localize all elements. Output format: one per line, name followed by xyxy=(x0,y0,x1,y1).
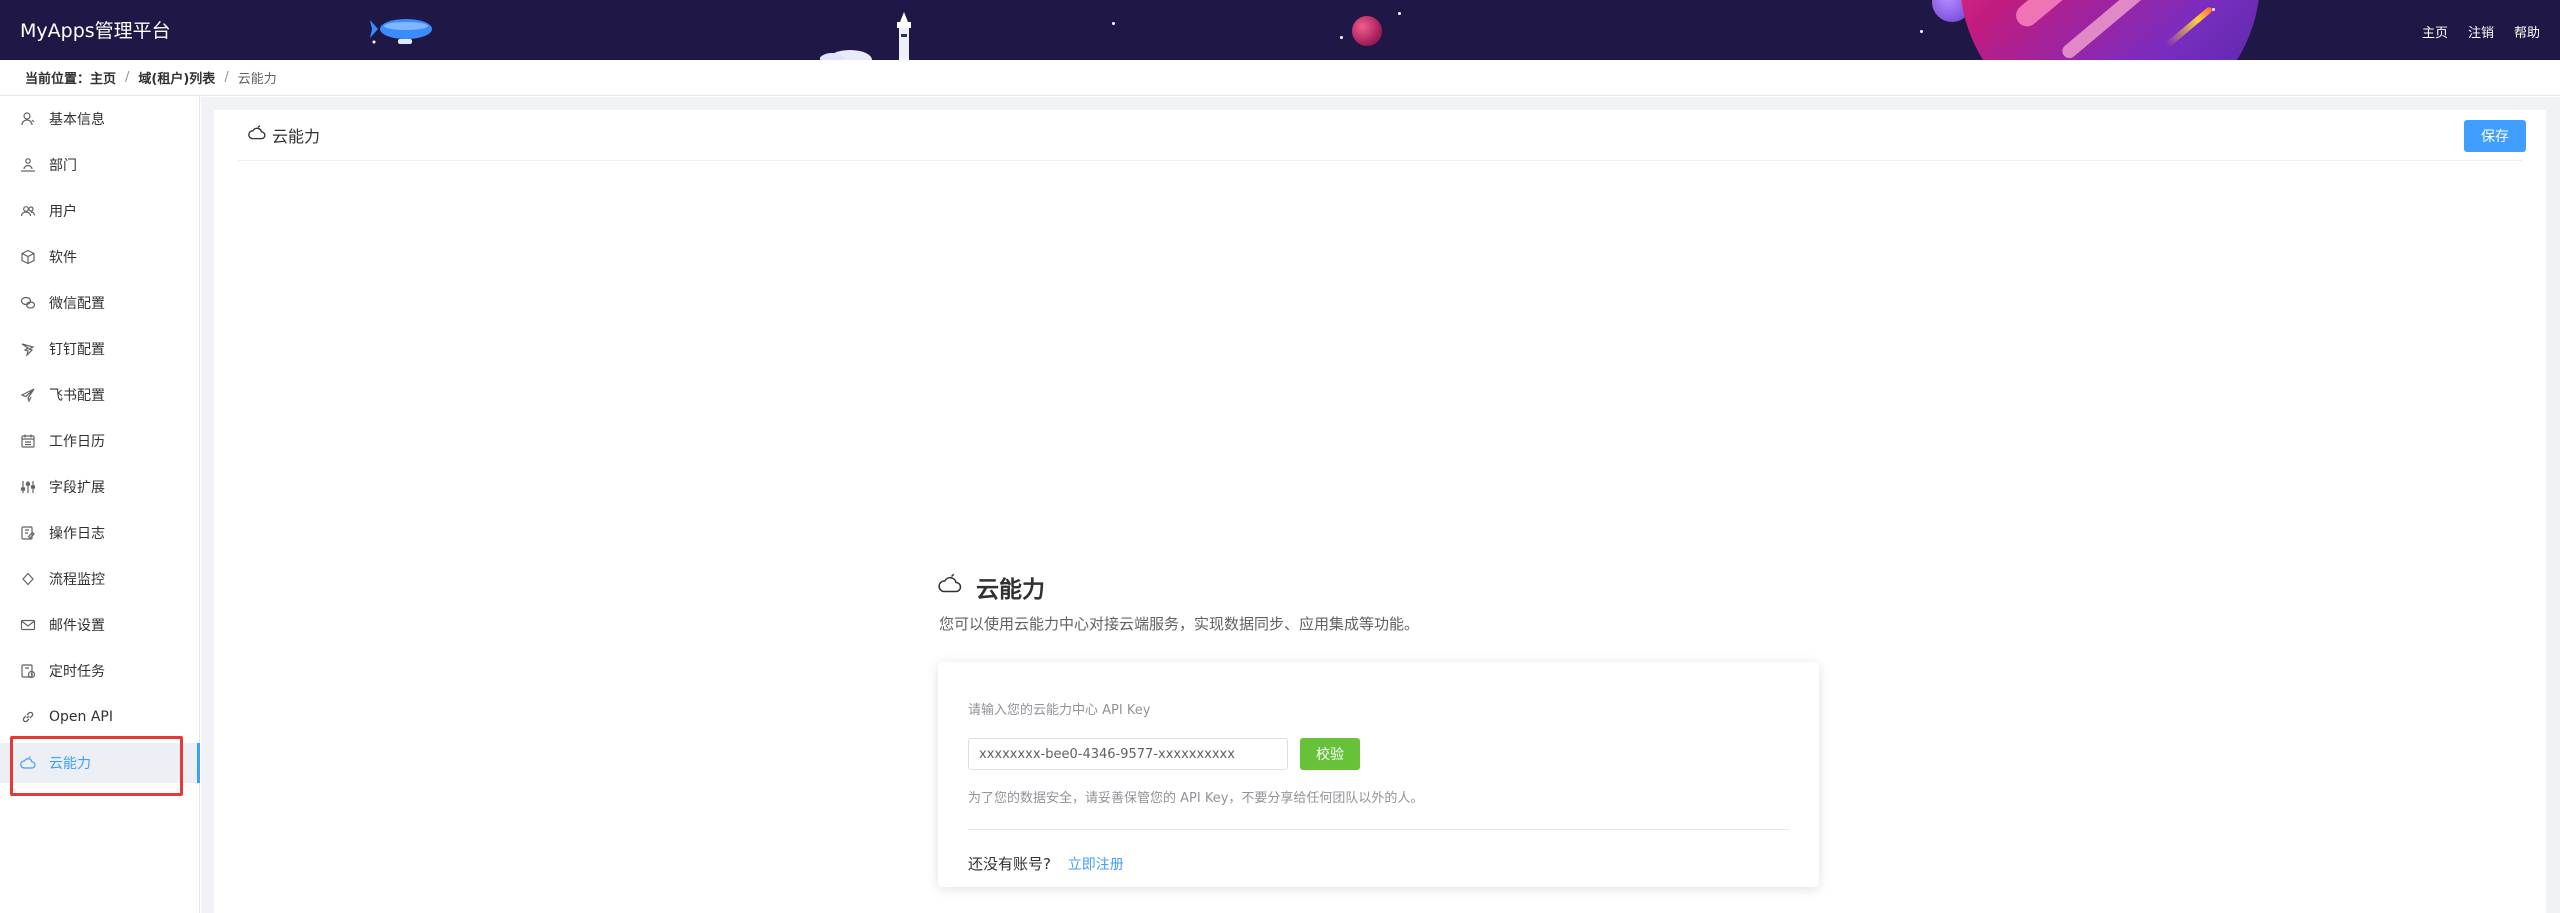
nav-help-link[interactable]: 帮助 xyxy=(2514,22,2540,41)
org-chart-icon xyxy=(18,155,38,175)
card-title-text: 云能力 xyxy=(272,127,321,146)
sliders-icon xyxy=(18,477,38,497)
user-icon xyxy=(18,109,38,129)
breadcrumb: 当前位置： 主页 / 域(租户)列表 / 云能力 xyxy=(0,60,2560,96)
link-icon xyxy=(18,707,38,727)
breadcrumb-separator: / xyxy=(125,70,130,85)
diamond-icon xyxy=(18,569,38,589)
edit-log-icon xyxy=(18,523,38,543)
star xyxy=(1398,12,1401,15)
sidebar-item-dingtalk[interactable]: 钉钉配置 xyxy=(0,329,200,369)
sidebar-item-label: 部门 xyxy=(49,158,77,174)
breadcrumb-label: 当前位置： xyxy=(25,72,91,87)
card-header: 云能力 xyxy=(238,110,2522,161)
sidebar-item-process-monitor[interactable]: 流程监控 xyxy=(0,559,200,599)
top-header: MyApps管理平台 主页 注销 帮助 xyxy=(0,0,2560,60)
cloud-description: 您可以使用云能力中心对接云端服务，实现数据同步、应用集成等功能。 xyxy=(939,615,1420,633)
breadcrumb-tenant-list[interactable]: 域(租户)列表 xyxy=(138,68,215,87)
planet-small xyxy=(1352,16,1382,46)
sidebar: 基本信息 部门 用户 软件 微信配置 钉钉配置 飞书配置 工作日历 字段扩展 操… xyxy=(0,96,200,913)
sidebar-item-label: 云能力 xyxy=(49,756,91,772)
mail-icon xyxy=(18,615,38,635)
sidebar-item-scheduled-tasks[interactable]: 定时任务 xyxy=(0,651,200,691)
cloud-icon xyxy=(938,572,962,602)
breadcrumb-separator: / xyxy=(224,70,229,85)
calendar-icon xyxy=(18,431,38,451)
sidebar-item-label: 字段扩展 xyxy=(49,480,105,496)
sidebar-item-label: 工作日历 xyxy=(49,434,105,450)
wechat-icon xyxy=(18,293,38,313)
star xyxy=(2212,8,2215,11)
no-account-text: 还没有账号? xyxy=(968,855,1051,873)
sidebar-item-label: 软件 xyxy=(49,250,77,266)
breadcrumb-current: 云能力 xyxy=(237,72,277,87)
sidebar-item-label: 流程监控 xyxy=(49,572,105,588)
save-button[interactable]: 保存 xyxy=(2464,120,2526,152)
sidebar-item-basic-info[interactable]: 基本信息 xyxy=(0,99,200,139)
api-key-label: 请输入您的云能力中心 API Key xyxy=(968,703,1151,718)
api-key-card: 请输入您的云能力中心 API Key 校验 为了您的数据安全，请妥善保管您的 A… xyxy=(938,662,1819,887)
sidebar-item-open-api[interactable]: Open API xyxy=(0,697,200,737)
sidebar-item-label: 定时任务 xyxy=(49,664,105,680)
star xyxy=(1920,30,1923,33)
sidebar-item-label: 钉钉配置 xyxy=(49,342,105,358)
star xyxy=(1340,36,1343,39)
verify-button[interactable]: 校验 xyxy=(1300,738,1360,770)
sidebar-item-operation-log[interactable]: 操作日志 xyxy=(0,513,200,553)
cloud-heading: 云能力 xyxy=(938,570,1045,604)
sidebar-item-label: Open API xyxy=(49,709,113,725)
cloud-icon xyxy=(18,753,38,773)
sidebar-item-department[interactable]: 部门 xyxy=(0,145,200,185)
divider xyxy=(968,829,1789,830)
sidebar-item-label: 基本信息 xyxy=(49,112,105,128)
sidebar-item-mail-settings[interactable]: 邮件设置 xyxy=(0,605,200,645)
cloud-title: 云能力 xyxy=(976,577,1045,603)
register-link[interactable]: 立即注册 xyxy=(1068,857,1124,873)
cube-icon xyxy=(18,247,38,267)
sidebar-item-calendar[interactable]: 工作日历 xyxy=(0,421,200,461)
sidebar-item-wechat[interactable]: 微信配置 xyxy=(0,283,200,323)
users-icon xyxy=(18,201,38,221)
sidebar-item-label: 用户 xyxy=(49,204,77,220)
sidebar-item-feishu[interactable]: 飞书配置 xyxy=(0,375,200,415)
lighthouse-illustration xyxy=(820,12,911,60)
api-key-input[interactable] xyxy=(968,738,1288,770)
sidebar-item-label: 邮件设置 xyxy=(49,618,105,634)
sidebar-item-label: 操作日志 xyxy=(49,526,105,542)
api-key-security-note: 为了您的数据安全，请妥善保管您的 API Key，不要分享给任何团队以外的人。 xyxy=(968,791,1424,806)
paper-plane-icon xyxy=(18,385,38,405)
breadcrumb-home[interactable]: 主页 xyxy=(90,68,116,87)
no-account-row: 还没有账号? 立即注册 xyxy=(968,853,1124,874)
sidebar-item-software[interactable]: 软件 xyxy=(0,237,200,277)
sidebar-item-users[interactable]: 用户 xyxy=(0,191,200,231)
nav-logout-link[interactable]: 注销 xyxy=(2468,22,2494,41)
sidebar-item-cloud-capability[interactable]: 云能力 xyxy=(0,743,200,783)
sidebar-item-field-extension[interactable]: 字段扩展 xyxy=(0,467,200,507)
blimp-illustration xyxy=(370,19,432,44)
app-title[interactable]: MyApps管理平台 xyxy=(20,16,171,43)
sidebar-item-label: 飞书配置 xyxy=(49,388,105,404)
card-title: 云能力 xyxy=(248,123,320,147)
schedule-icon xyxy=(18,661,38,681)
top-nav: 主页 注销 帮助 xyxy=(2422,22,2540,41)
star xyxy=(1112,22,1115,25)
nav-home-link[interactable]: 主页 xyxy=(2422,22,2448,41)
dingtalk-icon xyxy=(18,339,38,359)
sidebar-item-label: 微信配置 xyxy=(49,296,105,312)
cloud-icon xyxy=(248,124,266,146)
